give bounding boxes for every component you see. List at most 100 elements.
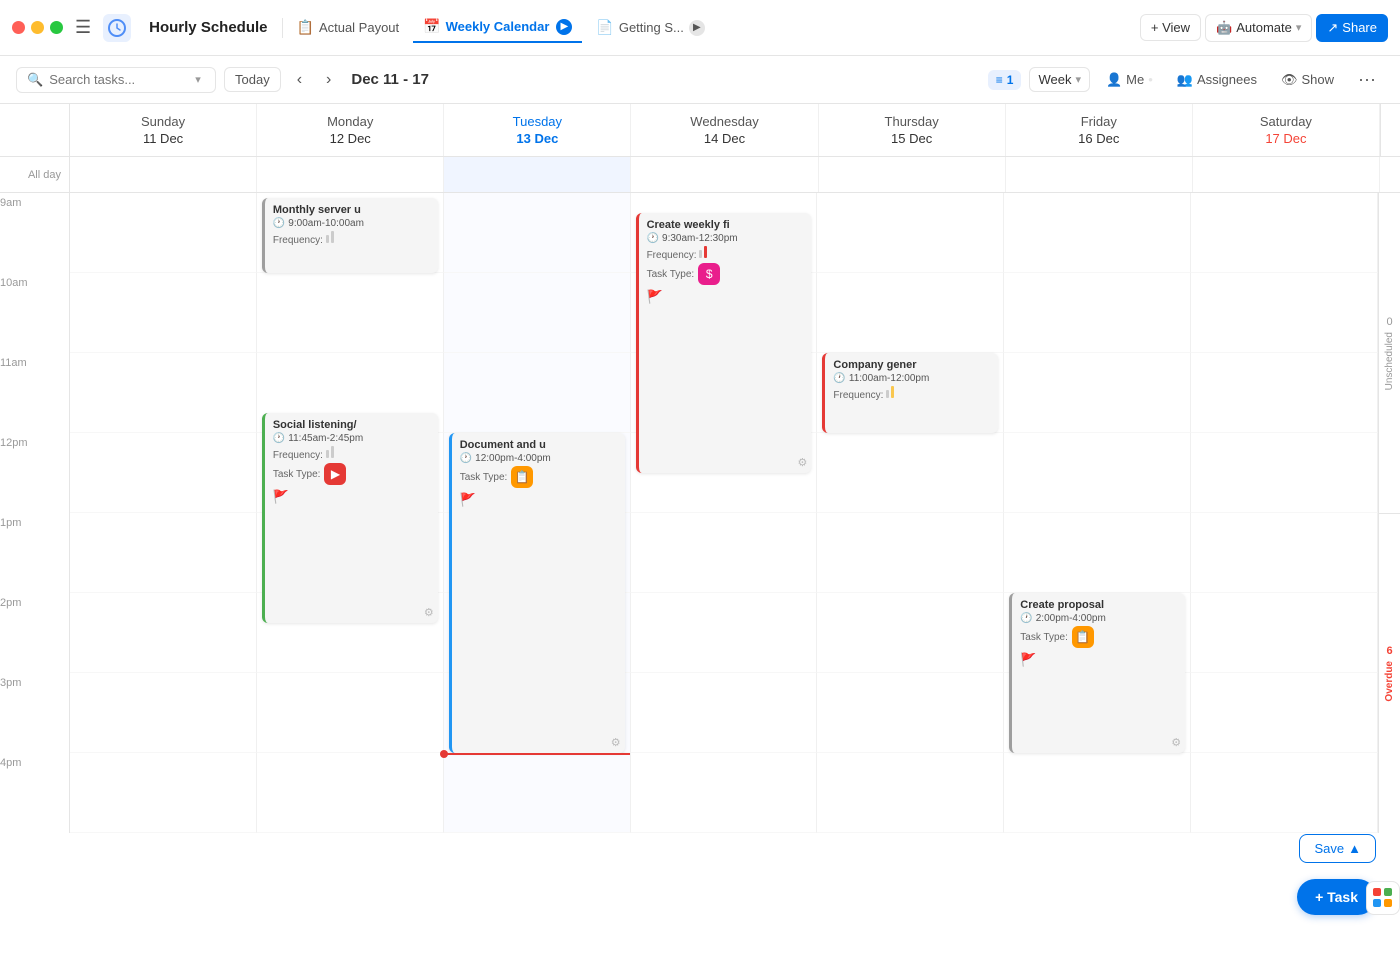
time-cell-thu-1[interactable] — [817, 513, 1004, 593]
time-cell-sat-1[interactable] — [1191, 513, 1378, 593]
time-cell-tue-11[interactable] — [444, 353, 631, 433]
maximize-traffic-light[interactable] — [50, 21, 63, 34]
search-chevron-icon[interactable]: ▾ — [195, 73, 201, 86]
time-cell-thu-2[interactable] — [817, 593, 1004, 673]
share-icon: ↗ — [1327, 20, 1338, 36]
time-cell-mon-10[interactable] — [257, 273, 444, 353]
time-cell-thu-9[interactable] — [817, 193, 1004, 273]
event-social-listening[interactable]: Social listening/ 🕐11:45am-2:45pm Freque… — [262, 413, 438, 623]
time-cell-tue-12[interactable]: Document and u 🕐12:00pm-4:00pm Task Type… — [444, 433, 631, 513]
event-document[interactable]: Document and u 🕐12:00pm-4:00pm Task Type… — [449, 433, 625, 753]
search-box[interactable]: 🔍 ▾ — [16, 67, 216, 93]
time-cell-wed-2[interactable] — [631, 593, 818, 673]
time-cell-mon-4[interactable] — [257, 753, 444, 833]
minimize-traffic-light[interactable] — [31, 21, 44, 34]
time-cell-thu-11[interactable]: Company gener 🕐11:00am-12:00pm Frequency… — [817, 353, 1004, 433]
me-filter[interactable]: 👤 Me • — [1098, 68, 1161, 92]
time-cell-sat-9[interactable] — [1191, 193, 1378, 273]
time-cell-fri-11[interactable] — [1004, 353, 1191, 433]
automate-button[interactable]: 🤖 Automate ▾ — [1205, 14, 1312, 42]
share-button[interactable]: ↗ Share — [1316, 14, 1388, 42]
unscheduled-label[interactable]: Unscheduled — [1384, 332, 1395, 390]
hamburger-icon[interactable]: ☰ — [75, 17, 91, 38]
time-cell-sat-2[interactable] — [1191, 593, 1378, 673]
time-cell-sun-9[interactable] — [70, 193, 257, 273]
view-button[interactable]: + View — [1140, 14, 1201, 41]
time-cell-sat-3[interactable] — [1191, 673, 1378, 753]
time-cell-sun-3[interactable] — [70, 673, 257, 753]
today-button[interactable]: Today — [224, 67, 281, 92]
time-cell-fri-4[interactable] — [1004, 753, 1191, 833]
next-week-button[interactable]: › — [318, 67, 339, 93]
grid-apps-button[interactable] — [1366, 881, 1400, 915]
time-cell-fri-2[interactable]: Create proposal 🕐2:00pm-4:00pm Task Type… — [1004, 593, 1191, 673]
time-cell-fri-9[interactable] — [1004, 193, 1191, 273]
time-cell-thu-3[interactable] — [817, 673, 1004, 753]
time-cell-sat-10[interactable] — [1191, 273, 1378, 353]
overdue-label[interactable]: Overdue — [1384, 661, 1395, 702]
gear-icon-weekly[interactable]: ⚙ — [798, 456, 808, 469]
event-create-weekly[interactable]: Create weekly fi 🕐9:30am-12:30pm Frequen… — [636, 213, 812, 473]
gear-icon-doc[interactable]: ⚙ — [611, 736, 621, 749]
time-cell-wed-3[interactable] — [631, 673, 818, 753]
time-cell-mon-9[interactable]: Monthly server u 🕐9:00am-10:00am Frequen… — [257, 193, 444, 273]
time-cell-wed-9[interactable]: Create weekly fi 🕐9:30am-12:30pm Frequen… — [631, 193, 818, 273]
event-create-proposal[interactable]: Create proposal 🕐2:00pm-4:00pm Task Type… — [1009, 593, 1185, 753]
getting-started-nav[interactable]: ▶ — [689, 20, 705, 36]
search-input[interactable] — [49, 72, 189, 87]
time-cell-thu-4[interactable] — [817, 753, 1004, 833]
time-cell-sun-10[interactable] — [70, 273, 257, 353]
grid-dot-2 — [1384, 888, 1392, 896]
time-cell-fri-10[interactable] — [1004, 273, 1191, 353]
close-traffic-light[interactable] — [12, 21, 25, 34]
time-cell-sun-4[interactable] — [70, 753, 257, 833]
time-cell-wed-4[interactable] — [631, 753, 818, 833]
day-name-friday: Friday — [1014, 114, 1184, 129]
add-task-button[interactable]: + Task — [1297, 879, 1376, 915]
event-company-general[interactable]: Company gener 🕐11:00am-12:00pm Frequency… — [822, 353, 998, 433]
prev-week-button[interactable]: ‹ — [289, 67, 310, 93]
time-cell-tue-9[interactable] — [444, 193, 631, 273]
time-cell-mon-11[interactable]: Social listening/ 🕐11:45am-2:45pm Freque… — [257, 353, 444, 433]
tab-actual-payout[interactable]: 📋 Actual Payout — [287, 13, 410, 42]
show-button[interactable]: 👁 Show — [1273, 68, 1342, 92]
event-monthly-server[interactable]: Monthly server u 🕐9:00am-10:00am Frequen… — [262, 198, 438, 273]
time-cell-sun-11[interactable] — [70, 353, 257, 433]
more-options-button[interactable]: ··· — [1350, 65, 1384, 94]
tab-getting-started[interactable]: 📄 Getting S... ▶ — [586, 13, 714, 42]
gear-icon-social[interactable]: ⚙ — [424, 606, 434, 619]
time-cell-sat-11[interactable] — [1191, 353, 1378, 433]
time-cell-thu-12[interactable] — [817, 433, 1004, 513]
task-badge-doc: 📋 — [511, 466, 533, 488]
filter-badge[interactable]: ≡ 1 — [988, 70, 1022, 90]
time-label-1pm: 1pm — [0, 513, 70, 593]
day-header-wednesday: Wednesday 14 Dec — [631, 104, 818, 156]
day-num-saturday: 17 Dec — [1201, 131, 1371, 146]
assignees-filter[interactable]: 👥 Assignees — [1169, 68, 1265, 92]
day-num-wednesday: 14 Dec — [639, 131, 809, 146]
time-cell-mon-3[interactable] — [257, 673, 444, 753]
save-button[interactable]: Save ▲ — [1299, 834, 1376, 863]
time-cell-thu-10[interactable] — [817, 273, 1004, 353]
week-selector[interactable]: Week ▾ — [1029, 67, 1090, 92]
date-range: Dec 11 - 17 — [351, 71, 429, 88]
time-cell-sun-1[interactable] — [70, 513, 257, 593]
filter-icon: ≡ — [996, 73, 1003, 87]
grid-dot-4 — [1384, 899, 1392, 907]
time-cell-fri-12[interactable] — [1004, 433, 1191, 513]
time-cell-tue-4[interactable] — [444, 753, 631, 833]
time-cell-tue-10[interactable] — [444, 273, 631, 353]
tab-weekly-calendar[interactable]: 📅 Weekly Calendar ▶ — [413, 12, 582, 43]
time-cell-fri-1[interactable] — [1004, 513, 1191, 593]
time-cell-wed-1[interactable] — [631, 513, 818, 593]
time-cell-sat-12[interactable] — [1191, 433, 1378, 513]
time-cell-sun-2[interactable] — [70, 593, 257, 673]
time-grid: 0 Unscheduled 6 Overdue 9am Monthly serv… — [0, 193, 1400, 833]
gear-icon-proposal[interactable]: ⚙ — [1171, 736, 1181, 749]
tab-getting-started-label: Getting S... — [619, 20, 684, 35]
nav-forward-icon[interactable]: ▶ — [556, 19, 572, 35]
day-num-friday: 16 Dec — [1014, 131, 1184, 146]
time-cell-sun-12[interactable] — [70, 433, 257, 513]
time-cell-sat-4[interactable] — [1191, 753, 1378, 833]
time-grid-scroll[interactable]: 0 Unscheduled 6 Overdue 9am Monthly serv… — [0, 193, 1400, 963]
